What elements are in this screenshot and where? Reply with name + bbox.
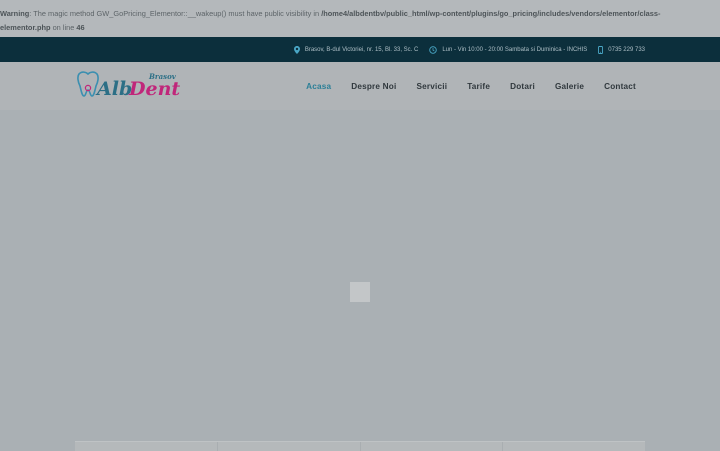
warning-label: Warning <box>0 9 30 18</box>
warning-file: elementor.php <box>0 22 51 32</box>
warning-line-number: 46 <box>76 22 85 32</box>
site-logo[interactable]: Alb Dent Brasov <box>73 68 183 104</box>
address-info: Brasov, B-dul Victoriei, nr. 15, Bl. 33,… <box>293 45 419 54</box>
logo-dent-text: Dent <box>128 78 180 100</box>
warning-message: : The magic method GW_GoPricing_Elemento… <box>29 9 322 18</box>
tooth-logo-icon <box>77 71 99 97</box>
address-text: Brasov, B-dul Victoriei, nr. 15, Bl. 33,… <box>304 46 419 53</box>
warning-path: /home4/albdentbv/public_html/wp-content/… <box>321 9 661 18</box>
map-pin-icon <box>293 45 300 54</box>
nav-item-acasa[interactable]: Acasa <box>306 82 331 91</box>
clock-icon <box>429 45 438 54</box>
nav-item-tarife[interactable]: Tarife <box>467 82 490 91</box>
warning-line-2: elementor.php on line 46 <box>0 21 720 35</box>
hero-loading-overlay <box>0 110 720 450</box>
nav-item-contact[interactable]: Contact <box>604 82 636 91</box>
warning-line-1: Warning: The magic method GW_GoPricing_E… <box>0 7 720 21</box>
nav-item-servicii[interactable]: Servicii <box>416 82 447 91</box>
phone-info[interactable]: 0735 229 733 <box>598 45 645 54</box>
main-nav: Acasa Despre Noi Servicii Tarife Dotari … <box>306 62 636 110</box>
phone-text[interactable]: 0735 229 733 <box>608 47 645 53</box>
nav-item-galerie[interactable]: Galerie <box>555 82 584 91</box>
top-info-bar: Brasov, B-dul Victoriei, nr. 15, Bl. 33,… <box>0 37 720 62</box>
logo-alb-text: Alb <box>95 78 132 100</box>
hours-text: Lun - Vin 10:00 - 20:00 Sambata si Dumin… <box>442 46 588 53</box>
phone-icon <box>598 45 604 54</box>
nav-item-dotari[interactable]: Dotari <box>510 82 535 91</box>
logo-city-text: Brasov <box>148 72 177 81</box>
nav-item-despre-noi[interactable]: Despre Noi <box>351 82 396 91</box>
hours-info: Lun - Vin 10:00 - 20:00 Sambata si Dumin… <box>429 45 588 54</box>
php-warning: Warning: The magic method GW_GoPricing_E… <box>0 0 720 37</box>
warning-on-line: on line <box>50 22 77 32</box>
loading-spinner <box>350 282 370 302</box>
